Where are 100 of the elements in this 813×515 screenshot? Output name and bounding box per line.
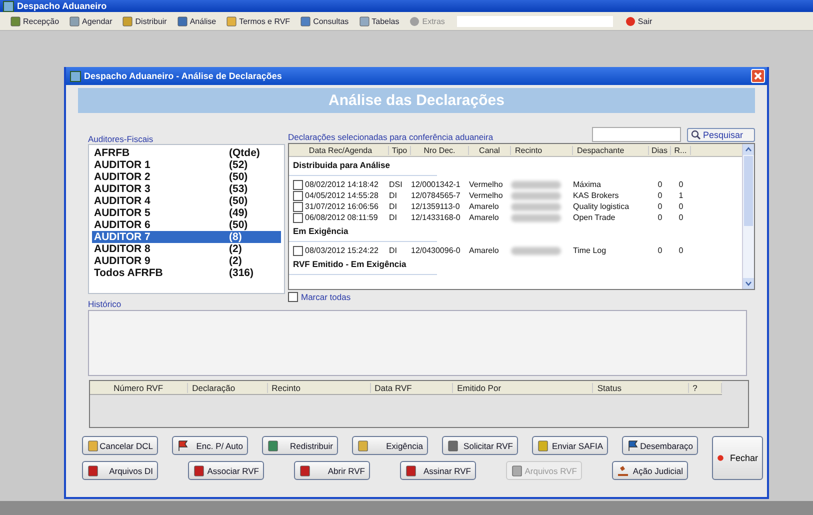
blurred-cell <box>511 202 561 210</box>
row-checkbox[interactable] <box>293 202 303 212</box>
search-button[interactable]: Pesquisar <box>687 128 755 142</box>
action-button[interactable]: Redistribuir <box>262 436 338 455</box>
table-cell-text: DI <box>389 213 398 222</box>
table-cell-text: 12/0001342-1 <box>411 180 462 189</box>
checkbox[interactable] <box>288 292 298 302</box>
group-header: RVF Emitido - Em Exigência <box>293 259 406 269</box>
action-button[interactable]: Desembaraço <box>622 436 698 455</box>
action-button[interactable]: Arquivos DI <box>82 461 158 480</box>
table-cell-text: 12/0784565-7 <box>411 191 462 200</box>
table-cell-text: DI <box>389 202 398 211</box>
scroll-down-button[interactable] <box>743 278 754 289</box>
row-checkbox[interactable] <box>293 190 303 200</box>
table-cell: 06/08/2012 08:11:59 <box>305 213 378 222</box>
table-cell-text: 0 <box>678 180 684 189</box>
table-cell-text: 0 <box>656 246 664 255</box>
app-icon <box>3 0 14 12</box>
table-cell-text: 12/1359113-0 <box>411 202 461 211</box>
blurred-cell <box>511 214 561 222</box>
table-cell-text: 0 <box>678 246 684 255</box>
auditor-item[interactable]: AUDITOR 9 (2) <box>92 255 281 267</box>
table-cell-text: Quality logistica <box>573 202 630 211</box>
search-field[interactable] <box>592 127 681 142</box>
section-label: Auditores-Fiscais <box>88 134 154 144</box>
row-checkbox[interactable] <box>293 246 303 256</box>
column-header: Despachante <box>573 146 649 154</box>
action-button[interactable]: Exigência <box>352 436 428 455</box>
auditor-item[interactable]: AUDITOR 6 (50) <box>92 219 281 231</box>
scroll-up-button[interactable] <box>743 144 754 155</box>
section-label: Histórico <box>88 299 122 309</box>
search-field[interactable] <box>456 16 613 26</box>
toolbar-button[interactable]: Distribuir <box>118 16 171 26</box>
auditor-item[interactable]: AUDITOR 1 (52) <box>92 159 281 171</box>
table-cell-text: Máxima <box>573 180 602 189</box>
table-cell-text: DI <box>389 191 398 200</box>
auditor-item[interactable]: AUDITOR 3 (53) <box>92 183 281 195</box>
column-header: Nro Dec. <box>411 146 469 154</box>
close-button[interactable]: Fechar <box>712 436 763 480</box>
action-button[interactable]: Associar RVF <box>188 461 264 480</box>
table-cell-text: Vermelho <box>469 180 504 189</box>
row-checkbox[interactable] <box>293 180 303 190</box>
window-title: Despacho Aduaneiro <box>17 1 107 11</box>
auditor-item[interactable]: AUDITOR 5 (49) <box>92 207 281 219</box>
toolbar-button[interactable]: Tabelas <box>354 16 404 26</box>
table-cell-text: DSI <box>389 180 404 189</box>
column-header: Data Rec/Agenda <box>293 146 389 154</box>
blurred-cell <box>511 180 561 188</box>
action-button[interactable]: Enviar SAFIA <box>532 436 608 455</box>
auditor-item[interactable]: AUDITOR 4 (50) <box>92 195 281 207</box>
auditor-item[interactable]: AUDITOR 7 (8) <box>92 231 281 243</box>
toolbar-button[interactable]: Agendar <box>65 16 116 26</box>
toolbar-button[interactable]: Sair <box>620 16 656 26</box>
action-button[interactable]: Cancelar DCL <box>82 436 158 455</box>
auditor-item[interactable]: AUDITOR 2 (50) <box>92 171 281 183</box>
close-icon <box>753 71 763 81</box>
column-header: AFRFB <box>94 147 130 159</box>
row-checkbox[interactable] <box>293 212 303 222</box>
column-header: Status <box>593 382 689 392</box>
table-cell-text: 1 <box>678 191 684 200</box>
table-cell: 08/02/2012 14:18:42 <box>305 180 378 189</box>
toolbar-button[interactable]: Termos e RVF <box>222 16 294 26</box>
table-cell-text: DI <box>389 246 398 255</box>
action-button[interactable]: Solicitar RVF <box>442 436 518 455</box>
table-cell-text: Vermelho <box>469 191 504 200</box>
app-icon <box>70 70 81 82</box>
action-button[interactable]: Ação Judicial <box>612 461 688 480</box>
table-cell-text: 0 <box>656 202 664 211</box>
table-cell-text: 12/1433168-0 <box>411 213 462 222</box>
table-cell-text: 0 <box>678 213 684 222</box>
scrollbar[interactable] <box>742 144 754 289</box>
toolbar-button[interactable]: Análise <box>172 16 220 26</box>
auditor-item[interactable]: AUDITOR 8 (2) <box>92 243 281 255</box>
toolbar-button[interactable]: Recepção <box>6 16 64 26</box>
dialog-title: Despacho Aduaneiro - Análise de Declarações <box>84 71 283 81</box>
action-button[interactable]: Abrir RVF <box>294 461 370 480</box>
action-button[interactable]: Enc. P/ Auto <box>172 436 248 455</box>
group-header: Distribuida para Análise <box>293 160 390 170</box>
exit-icon <box>624 16 636 26</box>
table-cell-text: 0 <box>678 202 684 211</box>
close-button[interactable] <box>751 69 765 83</box>
checkbox-label: Marcar todas <box>301 292 351 302</box>
table-cell-text: 0 <box>656 180 664 189</box>
table-cell-text: Amarelo <box>469 246 500 255</box>
gavel-icon <box>617 464 629 476</box>
column-header: ? <box>688 382 722 392</box>
column-header: Recinto <box>268 382 371 392</box>
table-cell: 04/05/2012 14:55:28 <box>305 191 378 200</box>
section-label: Declarações selecionadas para conferência aduaneira <box>288 132 494 142</box>
auditor-item[interactable]: Todos AFRFB (316) <box>92 267 281 279</box>
table-cell-text: 12/0430096-0 <box>411 246 462 255</box>
table-cell-text: Open Trade <box>573 213 616 222</box>
column-header: Data RVF <box>370 382 454 392</box>
toolbar-button[interactable]: Consultas <box>296 16 353 26</box>
table-cell-text: Amarelo <box>469 202 500 211</box>
table-cell-text: Amarelo <box>469 213 500 222</box>
action-button[interactable]: Assinar RVF <box>400 461 476 480</box>
column-header: Recinto <box>511 146 573 154</box>
column-header: Emitido Por <box>453 382 594 392</box>
table-cell: 08/03/2012 15:24:22 <box>305 246 378 255</box>
